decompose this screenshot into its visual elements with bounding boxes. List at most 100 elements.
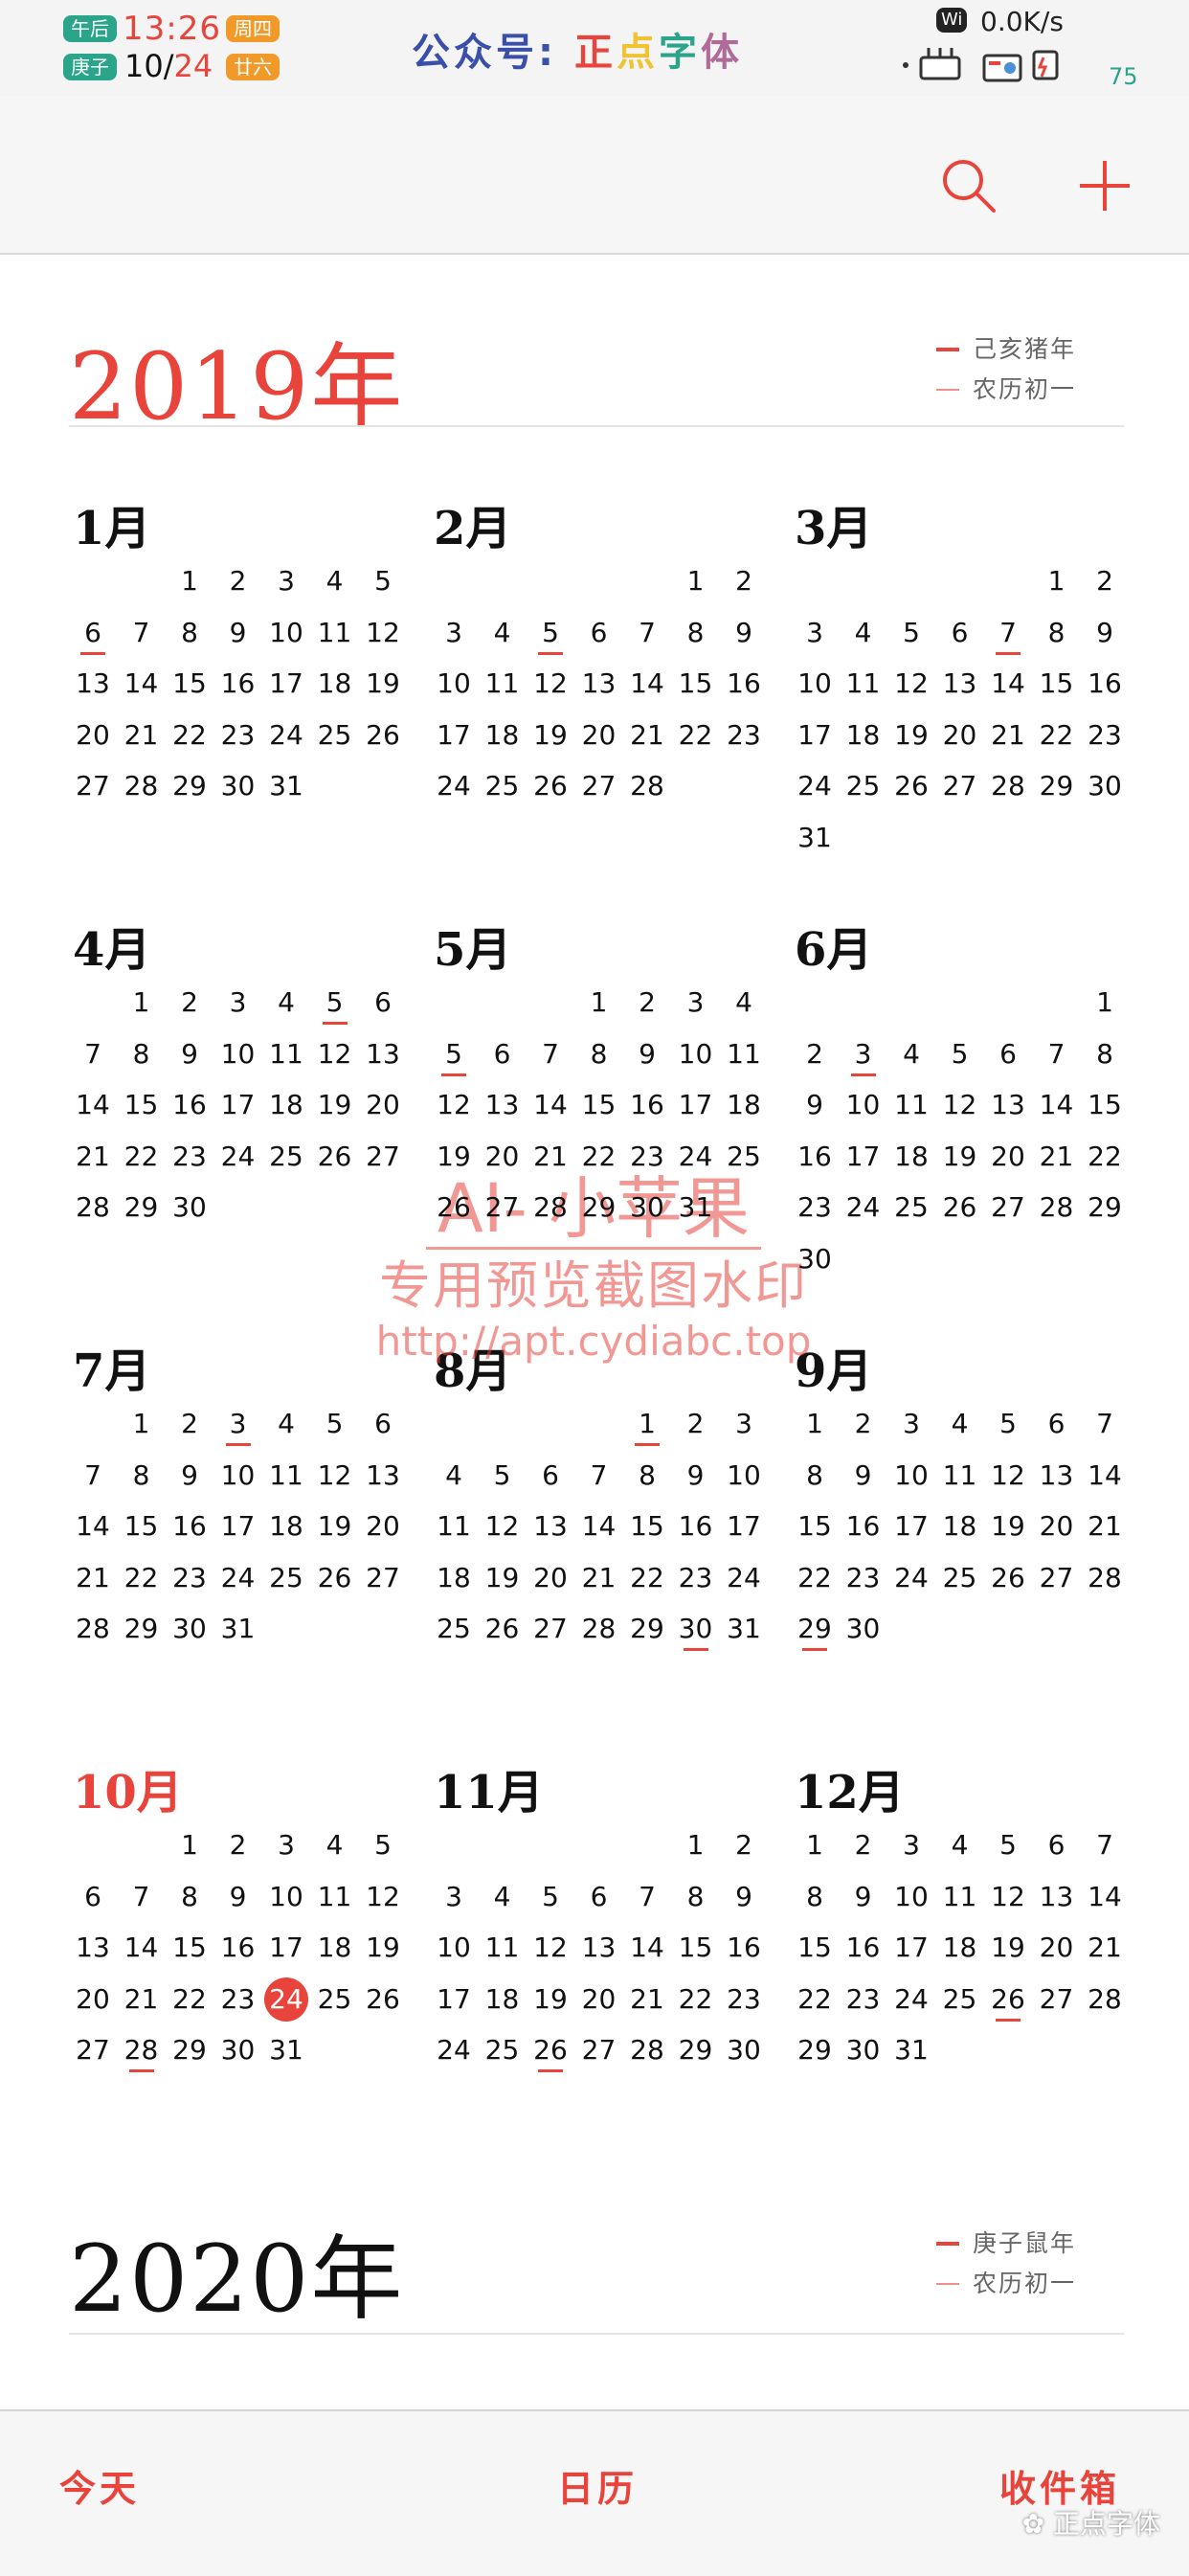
day-cell[interactable]: 5 xyxy=(527,1873,574,1921)
day-cell[interactable]: 29 xyxy=(791,1605,839,1653)
day-cell[interactable]: 25 xyxy=(720,1133,768,1181)
day-cell[interactable]: 24 xyxy=(720,1554,768,1602)
day-cell[interactable]: 1 xyxy=(672,1821,720,1869)
day-cell[interactable]: 14 xyxy=(118,660,166,708)
day-cell[interactable]: 29 xyxy=(575,1184,623,1232)
day-cell[interactable]: 22 xyxy=(1033,712,1081,759)
day-cell[interactable]: 23 xyxy=(840,1554,887,1602)
day-cell[interactable]: 1 xyxy=(791,1821,839,1869)
day-cell[interactable]: 28 xyxy=(1081,1554,1129,1602)
day-cell[interactable]: 2 xyxy=(672,1400,720,1448)
day-cell[interactable]: 15 xyxy=(1033,660,1081,708)
day-cell[interactable]: 14 xyxy=(1033,1081,1081,1129)
day-cell[interactable]: 16 xyxy=(623,1081,671,1129)
day-cell[interactable]: 28 xyxy=(527,1184,574,1232)
day-cell[interactable]: 11 xyxy=(936,1873,984,1921)
day-cell[interactable]: 31 xyxy=(887,2026,935,2074)
day-cell[interactable]: 22 xyxy=(672,712,720,759)
day-cell[interactable]: 26 xyxy=(430,1184,478,1232)
day-cell[interactable]: 24 xyxy=(214,1133,262,1181)
day-cell[interactable]: 17 xyxy=(840,1133,887,1181)
day-cell[interactable]: 12 xyxy=(359,609,407,657)
day-cell[interactable]: 17 xyxy=(262,1924,310,1972)
day-cell[interactable]: 12 xyxy=(311,1452,359,1500)
day-cell[interactable]: 1 xyxy=(118,1400,166,1448)
day-cell[interactable]: 3 xyxy=(430,1873,478,1921)
day-cell[interactable]: 10 xyxy=(214,1452,262,1500)
day-cell[interactable]: 5 xyxy=(311,979,359,1027)
day-cell[interactable]: 30 xyxy=(720,2026,768,2074)
day-cell[interactable]: 10 xyxy=(840,1081,887,1129)
day-cell[interactable]: 27 xyxy=(1033,1976,1081,2023)
day-cell[interactable]: 28 xyxy=(118,2026,166,2074)
day-cell[interactable]: 10 xyxy=(430,1924,478,1972)
day-cell[interactable]: 26 xyxy=(359,1976,407,2023)
day-cell[interactable]: 29 xyxy=(166,762,213,810)
day-cell[interactable]: 30 xyxy=(672,1605,720,1653)
day-cell[interactable]: 30 xyxy=(166,1605,213,1653)
day-cell[interactable]: 3 xyxy=(262,557,310,605)
day-cell[interactable]: 1 xyxy=(623,1400,671,1448)
day-cell[interactable]: 26 xyxy=(359,712,407,759)
day-cell[interactable]: 2 xyxy=(720,1821,768,1869)
day-cell[interactable]: 14 xyxy=(1081,1873,1129,1921)
day-cell[interactable]: 24 xyxy=(887,1554,935,1602)
day-cell[interactable]: 30 xyxy=(840,2026,887,2074)
day-cell[interactable]: 29 xyxy=(623,1605,671,1653)
day-cell[interactable]: 31 xyxy=(720,1605,768,1653)
day-cell[interactable]: 16 xyxy=(840,1924,887,1972)
day-cell[interactable]: 2 xyxy=(214,557,262,605)
day-cell[interactable]: 31 xyxy=(262,762,310,810)
day-cell[interactable]: 10 xyxy=(672,1030,720,1078)
day-cell[interactable]: 24 xyxy=(887,1976,935,2023)
day-cell[interactable]: 14 xyxy=(575,1503,623,1550)
day-cell[interactable]: 3 xyxy=(262,1821,310,1869)
day-cell[interactable]: 7 xyxy=(1033,1030,1081,1078)
day-cell[interactable]: 25 xyxy=(430,1605,478,1653)
day-cell[interactable]: 30 xyxy=(214,2026,262,2074)
day-cell[interactable]: 8 xyxy=(1033,609,1081,657)
day-cell[interactable]: 24 xyxy=(430,762,478,810)
day-cell[interactable]: 23 xyxy=(623,1133,671,1181)
day-cell[interactable]: 28 xyxy=(69,1184,117,1232)
day-cell[interactable]: 4 xyxy=(479,1873,527,1921)
day-cell[interactable]: 15 xyxy=(623,1503,671,1550)
day-cell[interactable]: 17 xyxy=(887,1924,935,1972)
day-cell[interactable]: 20 xyxy=(359,1081,407,1129)
day-cell[interactable]: 12 xyxy=(887,660,935,708)
month-10[interactable]: 10月 1 2 3 4 5 6 7 8 9 10 11 12 13 14 15 16 17 18 19 20 21 22 23… xyxy=(69,1754,404,2137)
day-cell[interactable]: 2 xyxy=(214,1821,262,1869)
day-cell[interactable]: 3 xyxy=(672,979,720,1027)
day-cell[interactable]: 30 xyxy=(791,1235,839,1283)
day-cell[interactable]: 24 xyxy=(262,712,310,759)
day-cell[interactable]: 9 xyxy=(672,1452,720,1500)
day-cell[interactable]: 21 xyxy=(1033,1133,1081,1181)
day-cell[interactable]: 29 xyxy=(1081,1184,1129,1232)
day-cell[interactable]: 19 xyxy=(527,712,574,759)
tab-today[interactable]: 今天 xyxy=(59,2459,140,2512)
day-cell[interactable]: 28 xyxy=(623,762,671,810)
day-cell[interactable]: 5 xyxy=(984,1821,1032,1869)
day-cell[interactable]: 14 xyxy=(527,1081,574,1129)
day-cell[interactable]: 29 xyxy=(118,1605,166,1653)
day-cell[interactable]: 23 xyxy=(166,1554,213,1602)
day-cell[interactable]: 16 xyxy=(720,660,768,708)
day-cell[interactable]: 8 xyxy=(166,1873,213,1921)
day-cell[interactable]: 28 xyxy=(69,1605,117,1653)
day-cell[interactable]: 10 xyxy=(430,660,478,708)
day-cell[interactable]: 3 xyxy=(887,1400,935,1448)
day-cell[interactable]: 8 xyxy=(672,609,720,657)
day-cell[interactable]: 13 xyxy=(359,1030,407,1078)
day-cell[interactable]: 11 xyxy=(262,1030,310,1078)
day-cell[interactable]: 6 xyxy=(575,609,623,657)
day-cell[interactable]: 11 xyxy=(479,660,527,708)
day-cell[interactable]: 14 xyxy=(623,660,671,708)
day-cell[interactable]: 8 xyxy=(166,609,213,657)
day-cell[interactable]: 17 xyxy=(214,1081,262,1129)
day-cell[interactable]: 18 xyxy=(936,1924,984,1972)
month-2[interactable]: 2月 1 2 3 4 5 6 7 8 9 10 11 12 13 14 15 16 17 18 19 20 21 22 23 2… xyxy=(430,490,765,873)
day-cell[interactable]: 16 xyxy=(214,660,262,708)
day-cell[interactable]: 8 xyxy=(623,1452,671,1500)
day-cell[interactable]: 21 xyxy=(69,1554,117,1602)
day-cell[interactable]: 16 xyxy=(672,1503,720,1550)
